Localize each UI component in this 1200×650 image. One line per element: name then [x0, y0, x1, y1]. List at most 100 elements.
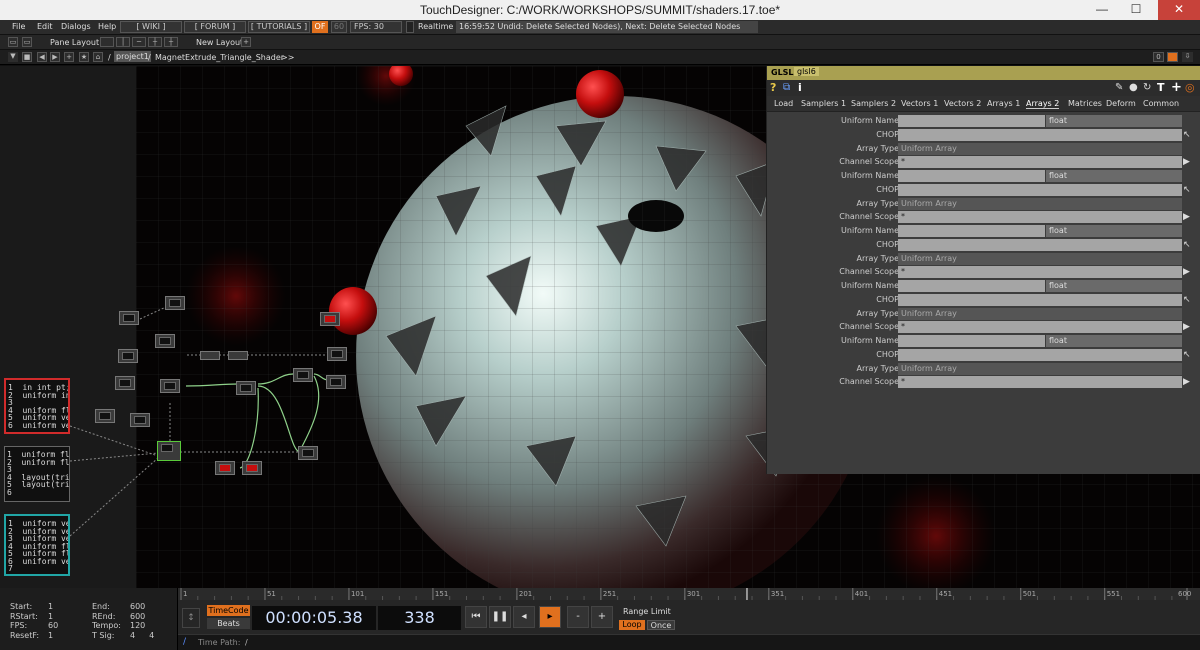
home-icon[interactable]: ⌂ [93, 52, 103, 62]
channel-scope-field[interactable]: * [898, 266, 1182, 279]
tab-arrays-2[interactable]: Arrays 2 [1026, 99, 1060, 109]
menu-file[interactable]: File [12, 22, 25, 31]
resetf-value[interactable]: 1 [48, 631, 58, 641]
forum-button[interactable]: [ FORUM ] [184, 21, 246, 33]
path-more[interactable]: >> [281, 53, 294, 62]
dropdown-arrow-icon[interactable]: ▼ [8, 52, 18, 62]
dat-pixel-shader[interactable]: 1 uniform ve 2 uniform ve 3 uniform ve 4… [4, 514, 70, 576]
chop-field[interactable] [898, 238, 1182, 251]
node-sop-1[interactable] [155, 334, 175, 348]
pin-icon[interactable]: ⇩ [1182, 52, 1193, 62]
timeline-ruler[interactable]: 1 51 101 151 201 251 301 351 401 451 501 551 600 [178, 588, 1200, 600]
close-button[interactable]: ✕ [1158, 0, 1200, 20]
node-sop-2[interactable] [118, 349, 138, 363]
array-type-menu[interactable]: Uniform Array [898, 307, 1182, 320]
node-sop-4[interactable] [160, 379, 180, 393]
rend-value[interactable]: 600 [130, 612, 154, 622]
edit-icon[interactable]: ✎ [1115, 82, 1123, 93]
scope-expand-icon[interactable]: ▶ [1183, 156, 1193, 168]
menu-dialogs[interactable]: Dialogs [61, 22, 91, 31]
tab-vectors-2[interactable]: Vectors 2 [944, 99, 981, 108]
scope-expand-icon[interactable]: ▶ [1183, 376, 1193, 388]
tab-samplers-1[interactable]: Samplers 1 [801, 99, 846, 108]
chop-pick-icon[interactable]: ↖ [1183, 129, 1193, 141]
tab-samplers-2[interactable]: Samplers 2 [851, 99, 896, 108]
node-chop-2[interactable] [242, 461, 262, 475]
time-path-value[interactable]: / [245, 638, 248, 647]
tab-deform[interactable]: Deform [1106, 99, 1136, 108]
pane-icon[interactable]: ▭ [8, 37, 18, 47]
chop-pick-icon[interactable]: ↖ [1183, 349, 1193, 361]
uniform-type-menu[interactable]: float [1046, 115, 1182, 127]
uniform-name-field[interactable] [898, 280, 1045, 292]
plus-button[interactable]: + [591, 606, 613, 628]
viewer-toggle-icon[interactable] [1167, 52, 1178, 62]
play-button[interactable]: ▸ [539, 606, 561, 628]
uniform-type-menu[interactable]: float [1046, 280, 1182, 292]
array-type-menu[interactable]: Uniform Array [898, 197, 1182, 210]
refresh-icon[interactable]: ↻ [1143, 82, 1151, 93]
chop-field[interactable] [898, 183, 1182, 196]
dat-geometry-shader[interactable]: 1 uniform floa 2 uniform floa 3 4 layout… [4, 446, 70, 502]
node-render[interactable] [327, 347, 347, 361]
add-param-icon[interactable]: + [1171, 80, 1182, 95]
array-type-menu[interactable]: Uniform Array [898, 362, 1182, 375]
tempo-value[interactable]: 120 [130, 621, 154, 631]
settings-icon[interactable]: ◎ [1185, 81, 1195, 94]
back-icon[interactable]: ◀ [37, 52, 47, 62]
layout-split-h-icon[interactable]: ─ [132, 37, 146, 47]
chop-pick-icon[interactable]: ↖ [1183, 184, 1193, 196]
fps-field[interactable]: FPS: 30 [350, 21, 402, 33]
rstart-value[interactable]: 1 [48, 612, 58, 622]
chop-field[interactable] [898, 293, 1182, 306]
tab-arrays-1[interactable]: Arrays 1 [987, 99, 1020, 108]
minimize-button[interactable]: — [1088, 0, 1116, 20]
tab-common[interactable]: Common [1143, 99, 1179, 108]
node-mat-1[interactable] [236, 381, 256, 395]
node-sop-3[interactable] [115, 376, 135, 390]
pause-button[interactable]: ❚❚ [489, 606, 511, 628]
menu-help[interactable]: Help [98, 22, 116, 31]
tab-load[interactable]: Load [774, 99, 793, 108]
menu-edit[interactable]: Edit [37, 22, 53, 31]
help-icon[interactable]: ? [770, 81, 776, 94]
forward-icon[interactable]: ▶ [50, 52, 60, 62]
node-null-1[interactable] [200, 351, 220, 360]
zero-button[interactable]: 0 [1153, 52, 1164, 62]
chop-pick-icon[interactable]: ↖ [1183, 239, 1193, 251]
tab-vectors-1[interactable]: Vectors 1 [901, 99, 938, 108]
uniform-name-field[interactable] [898, 115, 1045, 127]
end-value[interactable]: 600 [130, 602, 154, 612]
uniform-name-field[interactable] [898, 225, 1045, 237]
node-chop-1[interactable] [215, 461, 235, 475]
path-component[interactable]: MagnetExtrude_Triangle_Shader [155, 53, 284, 62]
channel-scope-field[interactable]: * [898, 211, 1182, 224]
dat-vertex-shader[interactable]: 1 in int pt; 2 uniform in 3 4 uniform fl… [4, 378, 70, 434]
node-mat-2[interactable] [293, 368, 313, 382]
layout-three-icon[interactable]: ┼ [148, 37, 162, 47]
text-icon[interactable]: T [1157, 81, 1165, 94]
tsig-value[interactable]: 44 [130, 631, 154, 641]
network-editor[interactable]: 1 in int pt; 2 uniform in 3 4 uniform fl… [0, 66, 1200, 588]
array-type-menu[interactable]: Uniform Array [898, 142, 1182, 155]
node-red[interactable] [320, 312, 340, 326]
tab-matrices[interactable]: Matrices [1068, 99, 1102, 108]
op-name-field[interactable]: glsl6 [794, 67, 819, 76]
beats-mode-button[interactable]: Beats [207, 618, 250, 629]
add-icon[interactable]: + [64, 52, 74, 62]
uniform-type-menu[interactable]: float [1046, 225, 1182, 237]
scope-expand-icon[interactable]: ▶ [1183, 321, 1193, 333]
chop-field[interactable] [898, 128, 1182, 141]
python-icon[interactable]: ⧉ [783, 82, 790, 93]
output-framerate-toggle[interactable]: OF [312, 21, 328, 33]
node-top-1[interactable] [119, 311, 139, 325]
node-top-2[interactable] [165, 296, 185, 310]
new-layout-label[interactable]: New Layout [196, 38, 243, 47]
step-back-button[interactable]: ◂ [513, 606, 535, 628]
realtime-checkbox[interactable] [406, 21, 414, 33]
uniform-name-field[interactable] [898, 335, 1045, 347]
node-mat-3[interactable] [326, 375, 346, 389]
chop-pick-icon[interactable]: ↖ [1183, 294, 1193, 306]
uniform-type-menu[interactable]: float [1046, 170, 1182, 182]
comment-icon[interactable]: ● [1129, 82, 1138, 93]
